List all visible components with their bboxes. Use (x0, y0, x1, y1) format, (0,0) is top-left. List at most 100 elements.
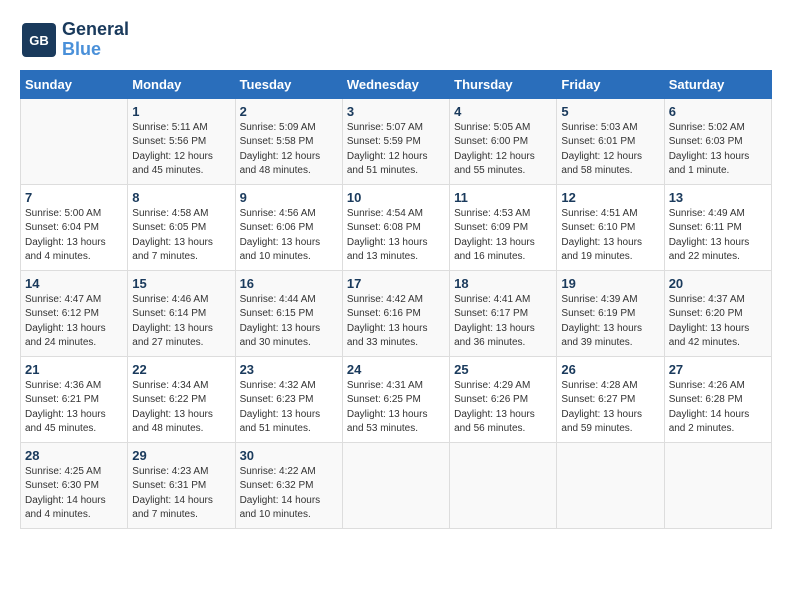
calendar-day: 28Sunrise: 4:25 AMSunset: 6:30 PMDayligh… (21, 442, 128, 528)
day-number: 16 (240, 276, 338, 291)
calendar-table: SundayMondayTuesdayWednesdayThursdayFrid… (20, 70, 772, 529)
day-number: 14 (25, 276, 123, 291)
calendar-day: 7 Sunrise: 5:00 AMSunset: 6:04 PMDaylight… (21, 184, 128, 270)
day-info: Sunrise: 5:02 AMSunset: 6:03 PMDaylight:… (669, 121, 767, 179)
day-info: Sunrise: 4:34 AMSunset: 6:22 PMDaylight:… (132, 379, 230, 437)
calendar-day: 5 Sunrise: 5:03 AMSunset: 6:01 PMDaylight… (557, 98, 664, 184)
day-info: Sunrise: 4:22 AMSunset: 6:32 PMDaylight:… (240, 465, 338, 523)
weekday-header-saturday: Saturday (664, 70, 771, 98)
calendar-day: 12 Sunrise: 4:51 AMSunset: 6:10 PMDayligh… (557, 184, 664, 270)
day-number: 20 (669, 276, 767, 291)
calendar-day: 1 Sunrise: 5:11 AMSunset: 5:56 PMDaylight… (128, 98, 235, 184)
calendar-day: 29 Sunrise: 4:23 AMSunset: 6:31 PMDayligh… (128, 442, 235, 528)
day-number: 3 (347, 104, 445, 119)
calendar-day: 18 Sunrise: 4:41 AMSunset: 6:17 PMDayligh… (450, 270, 557, 356)
calendar-day: 10 Sunrise: 4:54 AMSunset: 6:08 PMDayligh… (342, 184, 449, 270)
day-info: Sunrise: 5:07 AMSunset: 5:59 PMDaylight:… (347, 121, 445, 179)
day-info: Sunrise: 4:49 AMSunset: 6:11 PMDaylight:… (669, 207, 767, 265)
weekday-header-monday: Monday (128, 70, 235, 98)
calendar-day: 3 Sunrise: 5:07 AMSunset: 5:59 PMDaylight… (342, 98, 449, 184)
day-number: 19 (561, 276, 659, 291)
day-info: Sunrise: 4:54 AMSunset: 6:08 PMDaylight:… (347, 207, 445, 265)
calendar-header: SundayMondayTuesdayWednesdayThursdayFrid… (21, 70, 772, 98)
calendar-day (450, 442, 557, 528)
svg-text:GB: GB (29, 33, 49, 48)
day-info: Sunrise: 4:42 AMSunset: 6:16 PMDaylight:… (347, 293, 445, 351)
logo: GB General Blue (20, 20, 129, 60)
day-info: Sunrise: 4:51 AMSunset: 6:10 PMDaylight:… (561, 207, 659, 265)
day-number: 22 (132, 362, 230, 377)
day-number: 5 (561, 104, 659, 119)
calendar-day (557, 442, 664, 528)
calendar-day (664, 442, 771, 528)
calendar-day: 30 Sunrise: 4:22 AMSunset: 6:32 PMDayligh… (235, 442, 342, 528)
calendar-day: 17 Sunrise: 4:42 AMSunset: 6:16 PMDayligh… (342, 270, 449, 356)
day-number: 30 (240, 448, 338, 463)
calendar-day: 22 Sunrise: 4:34 AMSunset: 6:22 PMDayligh… (128, 356, 235, 442)
day-info: Sunrise: 4:47 AMSunset: 6:12 PMDaylight:… (25, 293, 123, 351)
calendar-day: 24Sunrise: 4:31 AMSunset: 6:25 PMDayligh… (342, 356, 449, 442)
weekday-header-friday: Friday (557, 70, 664, 98)
calendar-day: 6 Sunrise: 5:02 AMSunset: 6:03 PMDaylight… (664, 98, 771, 184)
calendar-day: 23 Sunrise: 4:32 AMSunset: 6:23 PMDayligh… (235, 356, 342, 442)
day-number: 7 (25, 190, 123, 205)
day-number: 25 (454, 362, 552, 377)
day-number: 10 (347, 190, 445, 205)
calendar-day: 13Sunrise: 4:49 AMSunset: 6:11 PMDayligh… (664, 184, 771, 270)
calendar-week-3: 14 Sunrise: 4:47 AMSunset: 6:12 PMDayligh… (21, 270, 772, 356)
day-info: Sunrise: 4:25 AMSunset: 6:30 PMDaylight:… (25, 465, 123, 523)
calendar-day: 16 Sunrise: 4:44 AMSunset: 6:15 PMDayligh… (235, 270, 342, 356)
calendar-day: 19 Sunrise: 4:39 AMSunset: 6:19 PMDayligh… (557, 270, 664, 356)
header: GB General Blue (20, 20, 772, 60)
day-number: 27 (669, 362, 767, 377)
calendar-day: 4 Sunrise: 5:05 AMSunset: 6:00 PMDaylight… (450, 98, 557, 184)
day-info: Sunrise: 5:05 AMSunset: 6:00 PMDaylight:… (454, 121, 552, 179)
calendar-day (21, 98, 128, 184)
day-number: 11 (454, 190, 552, 205)
calendar-day: 9 Sunrise: 4:56 AMSunset: 6:06 PMDaylight… (235, 184, 342, 270)
day-number: 18 (454, 276, 552, 291)
day-number: 17 (347, 276, 445, 291)
day-info: Sunrise: 5:09 AMSunset: 5:58 PMDaylight:… (240, 121, 338, 179)
calendar-day: 8 Sunrise: 4:58 AMSunset: 6:05 PMDaylight… (128, 184, 235, 270)
day-info: Sunrise: 4:37 AMSunset: 6:20 PMDaylight:… (669, 293, 767, 351)
calendar-day: 27 Sunrise: 4:26 AMSunset: 6:28 PMDayligh… (664, 356, 771, 442)
calendar-day: 14 Sunrise: 4:47 AMSunset: 6:12 PMDayligh… (21, 270, 128, 356)
day-info: Sunrise: 5:03 AMSunset: 6:01 PMDaylight:… (561, 121, 659, 179)
day-info: Sunrise: 4:46 AMSunset: 6:14 PMDaylight:… (132, 293, 230, 351)
day-number: 9 (240, 190, 338, 205)
calendar-day: 2 Sunrise: 5:09 AMSunset: 5:58 PMDaylight… (235, 98, 342, 184)
day-number: 15 (132, 276, 230, 291)
day-info: Sunrise: 4:56 AMSunset: 6:06 PMDaylight:… (240, 207, 338, 265)
calendar-day: 15 Sunrise: 4:46 AMSunset: 6:14 PMDayligh… (128, 270, 235, 356)
day-number: 26 (561, 362, 659, 377)
day-number: 2 (240, 104, 338, 119)
day-info: Sunrise: 5:00 AMSunset: 6:04 PMDaylight:… (25, 207, 123, 265)
day-info: Sunrise: 4:39 AMSunset: 6:19 PMDaylight:… (561, 293, 659, 351)
day-info: Sunrise: 4:29 AMSunset: 6:26 PMDaylight:… (454, 379, 552, 437)
day-number: 23 (240, 362, 338, 377)
day-info: Sunrise: 4:26 AMSunset: 6:28 PMDaylight:… (669, 379, 767, 437)
calendar-day: 20 Sunrise: 4:37 AMSunset: 6:20 PMDayligh… (664, 270, 771, 356)
calendar-day: 21Sunrise: 4:36 AMSunset: 6:21 PMDayligh… (21, 356, 128, 442)
day-number: 6 (669, 104, 767, 119)
day-info: Sunrise: 4:44 AMSunset: 6:15 PMDaylight:… (240, 293, 338, 351)
day-number: 4 (454, 104, 552, 119)
day-info: Sunrise: 4:53 AMSunset: 6:09 PMDaylight:… (454, 207, 552, 265)
day-info: Sunrise: 4:23 AMSunset: 6:31 PMDaylight:… (132, 465, 230, 523)
day-number: 1 (132, 104, 230, 119)
day-number: 8 (132, 190, 230, 205)
day-info: Sunrise: 4:58 AMSunset: 6:05 PMDaylight:… (132, 207, 230, 265)
day-info: Sunrise: 4:41 AMSunset: 6:17 PMDaylight:… (454, 293, 552, 351)
day-number: 12 (561, 190, 659, 205)
day-number: 29 (132, 448, 230, 463)
logo-general: General (62, 20, 129, 40)
calendar-day: 25 Sunrise: 4:29 AMSunset: 6:26 PMDayligh… (450, 356, 557, 442)
weekday-header-sunday: Sunday (21, 70, 128, 98)
weekday-header-tuesday: Tuesday (235, 70, 342, 98)
day-info: Sunrise: 5:11 AMSunset: 5:56 PMDaylight:… (132, 121, 230, 179)
calendar-week-5: 28Sunrise: 4:25 AMSunset: 6:30 PMDayligh… (21, 442, 772, 528)
day-info: Sunrise: 4:32 AMSunset: 6:23 PMDaylight:… (240, 379, 338, 437)
day-info: Sunrise: 4:31 AMSunset: 6:25 PMDaylight:… (347, 379, 445, 437)
day-number: 21 (25, 362, 123, 377)
